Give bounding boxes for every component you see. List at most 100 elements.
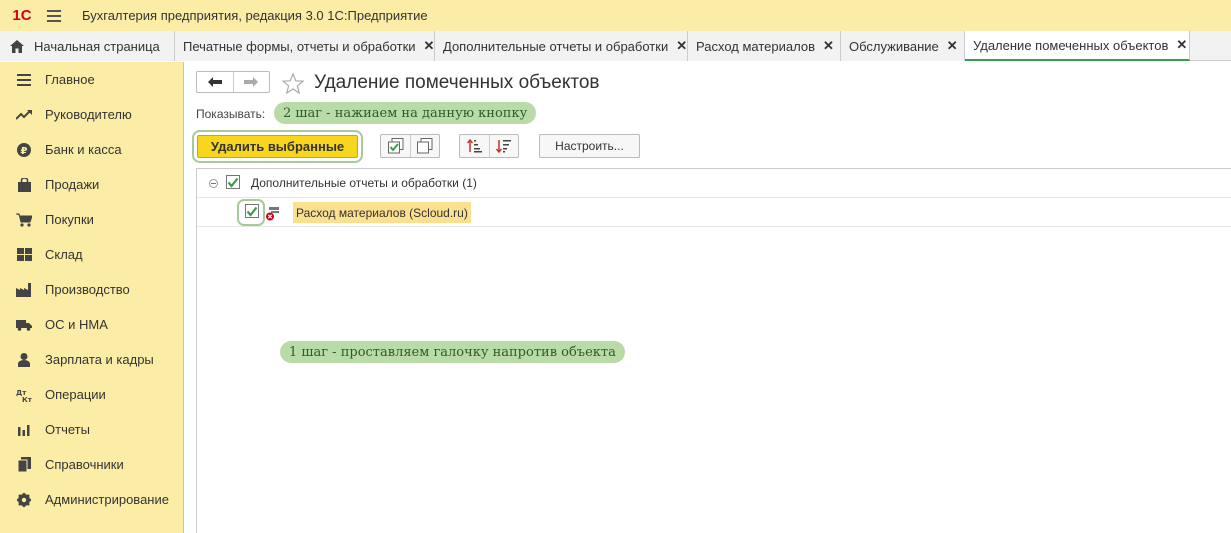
sort-group [459, 134, 519, 158]
bar-chart-icon [16, 422, 32, 438]
sidebar-item-warehouse[interactable]: Склад [0, 237, 183, 272]
show-label: Показывать: [196, 107, 266, 121]
close-icon[interactable]: ✕ [424, 38, 435, 54]
sort-descending-icon [496, 140, 511, 154]
1c-logo[interactable]: 1С [4, 0, 40, 31]
sidebar-item-production[interactable]: Производство [0, 272, 183, 307]
tab-home[interactable]: Начальная страница [0, 31, 175, 61]
warehouse-grid-icon [16, 247, 32, 263]
sidebar: Главное Руководителю ₽ Банк и касса Прод… [0, 62, 184, 533]
favorite-star-icon[interactable] [281, 71, 305, 95]
dt-kt-icon: Дт Кт [16, 387, 32, 403]
sidebar-item-label: Банк и касса [45, 142, 122, 157]
group-checkbox[interactable] [226, 175, 240, 189]
gear-icon [16, 492, 32, 508]
tab-label: Печатные формы, отчеты и обработки [183, 38, 416, 54]
sidebar-item-bank[interactable]: ₽ Банк и касса [0, 132, 183, 167]
person-icon [16, 352, 32, 368]
tree-item-row[interactable]: Расход материалов (Scloud.ru) [197, 198, 1231, 227]
title-bar: 1С Бухгалтерия предприятия, редакция 3.0… [0, 0, 1231, 31]
tab-print-forms[interactable]: Печатные формы, отчеты и обработки ✕ [175, 31, 435, 61]
checkmark-icon [227, 177, 239, 188]
sort-ascending-button[interactable] [460, 135, 489, 157]
tab-label: Дополнительные отчеты и обработки [443, 38, 669, 54]
sidebar-item-directories[interactable]: Справочники [0, 447, 183, 482]
sidebar-item-purchases[interactable]: Покупки [0, 202, 183, 237]
sidebar-item-main[interactable]: Главное [0, 62, 183, 97]
forward-button[interactable] [232, 72, 270, 92]
tab-maintenance[interactable]: Обслуживание ✕ [841, 31, 965, 61]
book-icon [16, 457, 32, 473]
sidebar-item-label: Администрирование [45, 492, 169, 507]
sidebar-item-fixed-assets[interactable]: ОС и НМА [0, 307, 183, 342]
tab-additional-reports[interactable]: Дополнительные отчеты и обработки ✕ [435, 31, 688, 61]
tab-label: Расход материалов [696, 38, 815, 54]
tab-label: Удаление помеченных объектов [973, 37, 1169, 53]
sidebar-item-reports[interactable]: Отчеты [0, 412, 183, 447]
list-icon [16, 72, 32, 88]
sort-ascending-icon [466, 138, 482, 153]
arrow-right-icon [244, 77, 259, 87]
uncheck-all-icon [417, 138, 433, 154]
sidebar-item-label: Операции [45, 387, 106, 402]
sidebar-item-label: Покупки [45, 212, 94, 227]
sidebar-item-label: Продажи [45, 177, 100, 192]
factory-icon [16, 282, 32, 298]
uncheck-all-button[interactable] [410, 135, 439, 157]
truck-icon [16, 317, 32, 333]
tab-label: Начальная страница [34, 38, 160, 54]
tab-bar: Начальная страница Печатные формы, отчет… [0, 31, 1231, 61]
trend-icon [16, 107, 32, 123]
main-content: Удаление помеченных объектов Показывать:… [185, 62, 1231, 533]
sidebar-item-label: Руководителю [45, 107, 132, 122]
close-icon[interactable]: ✕ [1176, 37, 1187, 53]
arrow-left-icon [207, 77, 222, 87]
sidebar-item-label: Зарплата и кадры [45, 352, 154, 367]
sidebar-item-label: ОС и НМА [45, 317, 108, 332]
sort-descending-button[interactable] [489, 135, 518, 157]
tab-label: Обслуживание [849, 38, 939, 54]
item-checkbox[interactable] [245, 204, 259, 218]
delete-selected-button[interactable]: Удалить выбранные [197, 135, 358, 158]
setup-button[interactable]: Настроить... [539, 134, 640, 158]
item-label: Расход материалов (Scloud.ru) [293, 202, 471, 223]
check-uncheck-group [380, 134, 440, 158]
sidebar-item-label: Справочники [45, 457, 124, 472]
svg-text:₽: ₽ [21, 146, 28, 157]
close-icon[interactable]: ✕ [947, 38, 958, 54]
marked-for-deletion-icon [266, 207, 280, 221]
sidebar-item-sales[interactable]: Продажи [0, 167, 183, 202]
check-all-icon [387, 138, 403, 154]
svg-text:Кт: Кт [22, 396, 32, 402]
app-title: Бухгалтерия предприятия, редакция 3.0 1С… [82, 8, 428, 23]
sidebar-item-label: Главное [45, 72, 95, 87]
ruble-coin-icon: ₽ [16, 142, 32, 158]
main-menu-button[interactable] [40, 0, 68, 31]
hamburger-icon [47, 9, 61, 22]
close-icon[interactable]: ✕ [823, 38, 834, 54]
sidebar-item-administration[interactable]: Администрирование [0, 482, 183, 517]
checkmark-icon [246, 206, 258, 217]
sidebar-item-operations[interactable]: Дт Кт Операции [0, 377, 183, 412]
hint-step-1: 1 шаг - проставляем галочку напротив объ… [280, 341, 625, 363]
sidebar-item-label: Отчеты [45, 422, 90, 437]
tab-delete-marked[interactable]: Удаление помеченных объектов ✕ [965, 31, 1190, 61]
check-all-button[interactable] [381, 135, 410, 157]
tree-group-row[interactable]: Дополнительные отчеты и обработки (1) [197, 169, 1231, 198]
close-icon[interactable]: ✕ [676, 38, 687, 54]
sidebar-item-payroll[interactable]: Зарплата и кадры [0, 342, 183, 377]
sidebar-item-label: Производство [45, 282, 130, 297]
hint-step-2: 2 шаг - нажиаем на данную кнопку [274, 102, 537, 124]
back-button[interactable] [197, 72, 233, 92]
group-label: Дополнительные отчеты и обработки (1) [251, 176, 477, 190]
home-icon [10, 39, 24, 53]
sidebar-item-label: Склад [45, 247, 83, 262]
history-nav [196, 71, 270, 93]
objects-tree: Дополнительные отчеты и обработки (1) Ра… [196, 168, 1231, 533]
sidebar-item-manager[interactable]: Руководителю [0, 97, 183, 132]
collapse-icon[interactable] [208, 178, 218, 188]
page-title: Удаление помеченных объектов [314, 72, 600, 93]
tab-material-consumption[interactable]: Расход материалов ✕ [688, 31, 841, 61]
cart-icon [16, 212, 32, 228]
shopping-bag-icon [16, 177, 32, 193]
